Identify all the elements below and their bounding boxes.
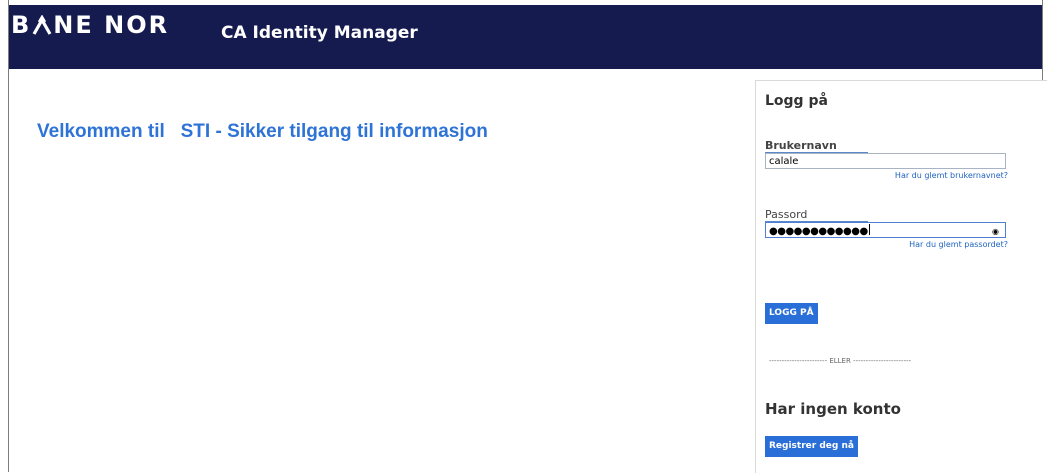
text-caret (868, 224, 870, 235)
login-panel: Logg på Brukernavn Har du glemt brukerna… (755, 80, 1047, 473)
login-heading: Logg på (765, 93, 828, 109)
username-label: Brukernavn (765, 139, 837, 152)
show-password-eye-icon[interactable]: ◉ (992, 225, 999, 239)
forgot-username-link[interactable]: Har du glemt brukernavnet? (895, 171, 1008, 180)
window-left-border (0, 0, 9, 472)
welcome-prefix: Velkommen til (37, 121, 165, 142)
register-button[interactable]: Registrer deg nå (765, 436, 858, 457)
welcome-message: Velkommen til STI - Sikker tilgang til i… (37, 121, 488, 143)
forgot-password-link[interactable]: Har du glemt passordet? (909, 240, 1008, 249)
logo-a-mark-icon (32, 15, 52, 35)
or-divider: ----------------------- ELLER ----------… (769, 357, 912, 365)
password-label: Passord (765, 208, 808, 221)
logo-text-left: B (11, 11, 32, 39)
app-header: B NE NOR CA Identity Manager (9, 5, 1042, 69)
password-dots: ●●●●●●●●●●●● (769, 226, 868, 237)
bane-nor-logo: B NE NOR (11, 11, 169, 39)
login-button[interactable]: LOGG PÅ (765, 303, 818, 324)
password-input[interactable]: ●●●●●●●●●●●● ◉ (765, 222, 1006, 238)
welcome-service-name: STI - Sikker tilgang til informasjon (180, 121, 488, 142)
register-heading: Har ingen konto (765, 400, 901, 418)
app-title: CA Identity Manager (221, 23, 418, 43)
password-mask: ●●●●●●●●●●●● (769, 224, 870, 239)
username-input[interactable] (765, 153, 1006, 169)
logo-text-right: NE NOR (53, 11, 170, 39)
